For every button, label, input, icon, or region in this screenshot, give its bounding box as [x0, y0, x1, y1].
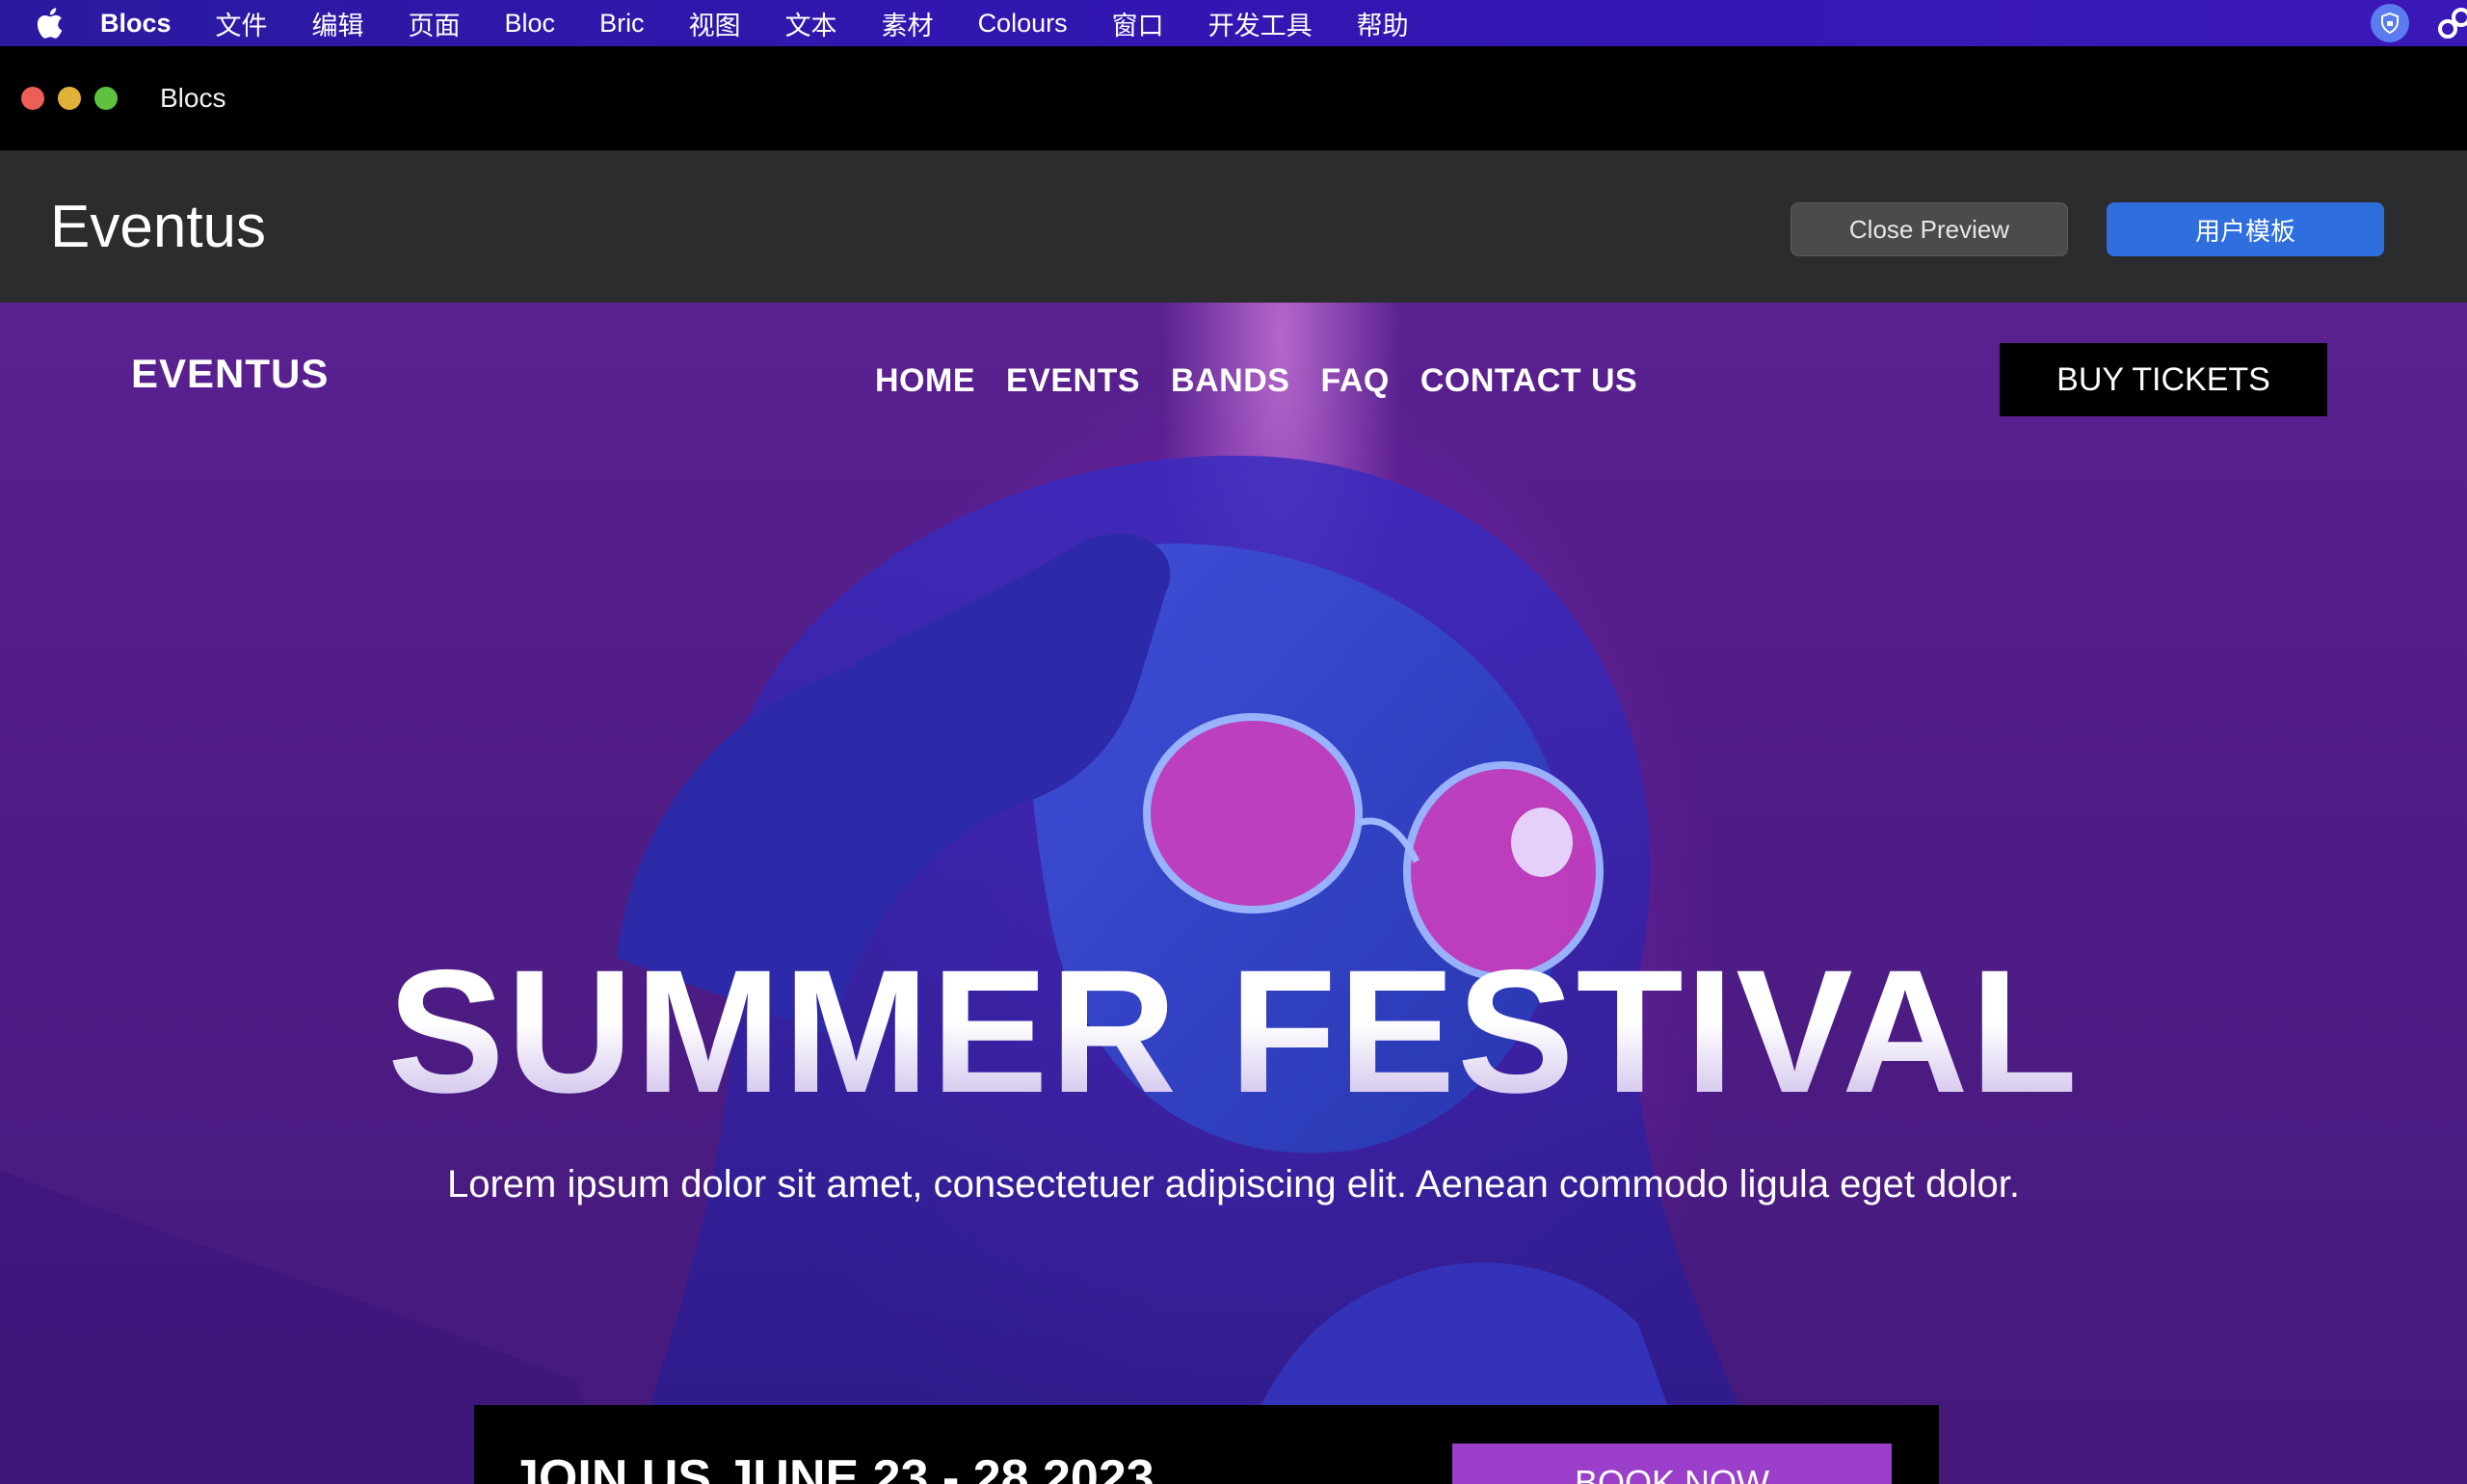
site-nav: HOME EVENTS BANDS FAQ CONTACT US	[875, 362, 1668, 400]
menu-developer[interactable]: 开发工具	[1186, 5, 1335, 42]
menu-bric[interactable]: Bric	[577, 9, 667, 39]
window-controls	[21, 87, 131, 110]
window-titlebar: Blocs	[0, 46, 2467, 150]
join-date-text: JOIN US JUNE 23 - 28 2023	[511, 1450, 1154, 1484]
nav-bands[interactable]: BANDS	[1171, 362, 1289, 400]
book-now-button[interactable]: BOOK NOW	[1452, 1444, 1892, 1484]
menu-help[interactable]: 帮助	[1335, 5, 1431, 42]
zoom-window-icon[interactable]	[94, 87, 118, 110]
join-banner: JOIN US JUNE 23 - 28 2023 BOOK NOW	[474, 1405, 1939, 1484]
menu-file[interactable]: 文件	[194, 5, 290, 42]
menu-view[interactable]: 视图	[667, 5, 763, 42]
apple-icon[interactable]	[33, 7, 66, 40]
minimize-window-icon[interactable]	[58, 87, 81, 110]
screen: Blocs 文件 编辑 页面 Bloc Bric 视图 文本 素材 Colour…	[0, 0, 2467, 1484]
project-title: Eventus	[50, 193, 267, 260]
hero-section: EVENTUS HOME EVENTS BANDS FAQ CONTACT US…	[0, 303, 2467, 1484]
nav-contact[interactable]: CONTACT US	[1420, 362, 1637, 400]
menubar-status-area	[2371, 0, 2467, 46]
link-icon[interactable]	[2434, 4, 2467, 42]
menu-bloc[interactable]: Bloc	[483, 9, 578, 39]
menu-bar: Blocs 文件 编辑 页面 Bloc Bric 视图 文本 素材 Colour…	[0, 0, 2467, 46]
window-title: Blocs	[160, 83, 226, 113]
close-window-icon[interactable]	[21, 87, 44, 110]
menu-text[interactable]: 文本	[763, 5, 860, 42]
shield-icon[interactable]	[2371, 4, 2409, 42]
nav-events[interactable]: EVENTS	[1006, 362, 1140, 400]
user-template-button[interactable]: 用户模板	[2107, 202, 2384, 256]
menu-page[interactable]: 页面	[386, 5, 483, 42]
preview-header: Eventus Close Preview 用户模板	[0, 150, 2467, 303]
hero-photo	[0, 455, 1773, 1484]
menu-colours[interactable]: Colours	[956, 9, 1090, 39]
nav-home[interactable]: HOME	[875, 362, 975, 400]
menu-assets[interactable]: 素材	[860, 5, 956, 42]
hero-subtitle: Lorem ipsum dolor sit amet, consectetuer…	[446, 1163, 2020, 1206]
close-preview-button[interactable]: Close Preview	[1791, 202, 2068, 256]
hero-title: SUMMER FESTIVAL	[0, 943, 2467, 1119]
menu-window[interactable]: 窗口	[1090, 5, 1186, 42]
buy-tickets-button[interactable]: BUY TICKETS	[2000, 343, 2327, 416]
menu-edit[interactable]: 编辑	[290, 5, 386, 42]
nav-faq[interactable]: FAQ	[1320, 362, 1389, 400]
site-brand[interactable]: EVENTUS	[131, 351, 329, 397]
menu-app-name[interactable]: Blocs	[100, 9, 194, 39]
